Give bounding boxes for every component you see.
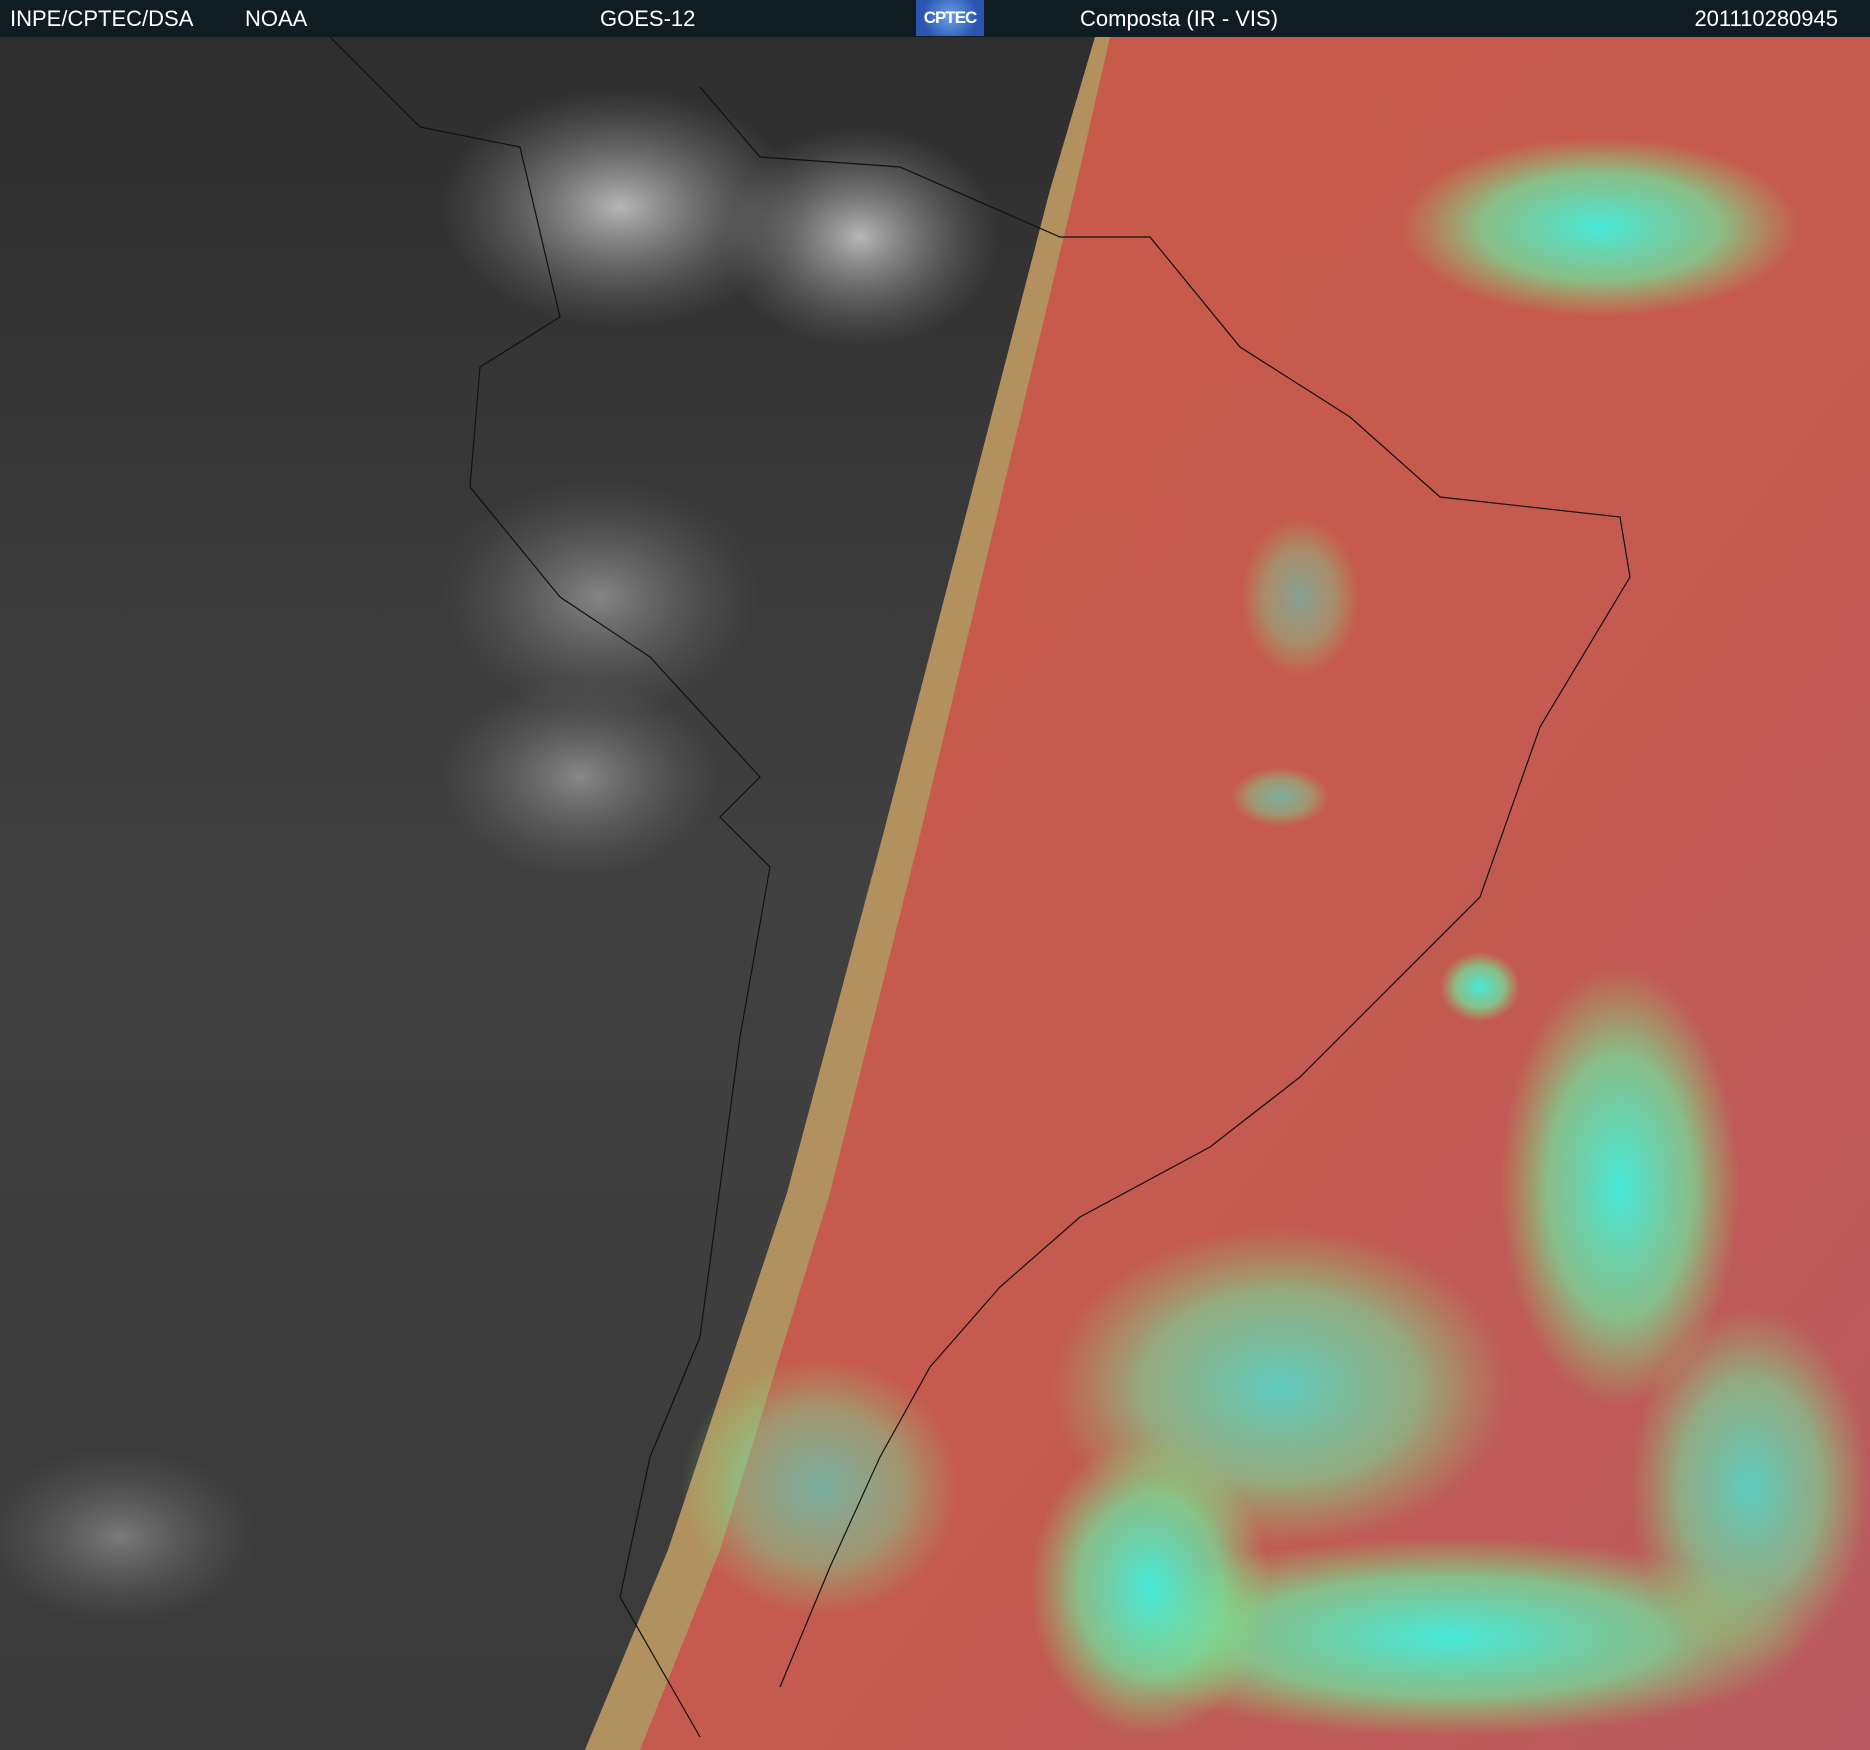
agency-label: NOAA	[245, 6, 308, 31]
satellite-image	[0, 37, 1870, 1750]
satellite-label: GOES-12	[600, 6, 696, 31]
image-header: INPE/CPTEC/DSA NOAA GOES-12 CPTEC Compos…	[0, 0, 1870, 37]
product-label: Composta (IR - VIS)	[1080, 6, 1279, 31]
cptec-logo: CPTEC	[916, 0, 984, 36]
timestamp-label: 201110280945	[1694, 6, 1838, 31]
organization-label: INPE/CPTEC/DSA	[10, 6, 194, 31]
